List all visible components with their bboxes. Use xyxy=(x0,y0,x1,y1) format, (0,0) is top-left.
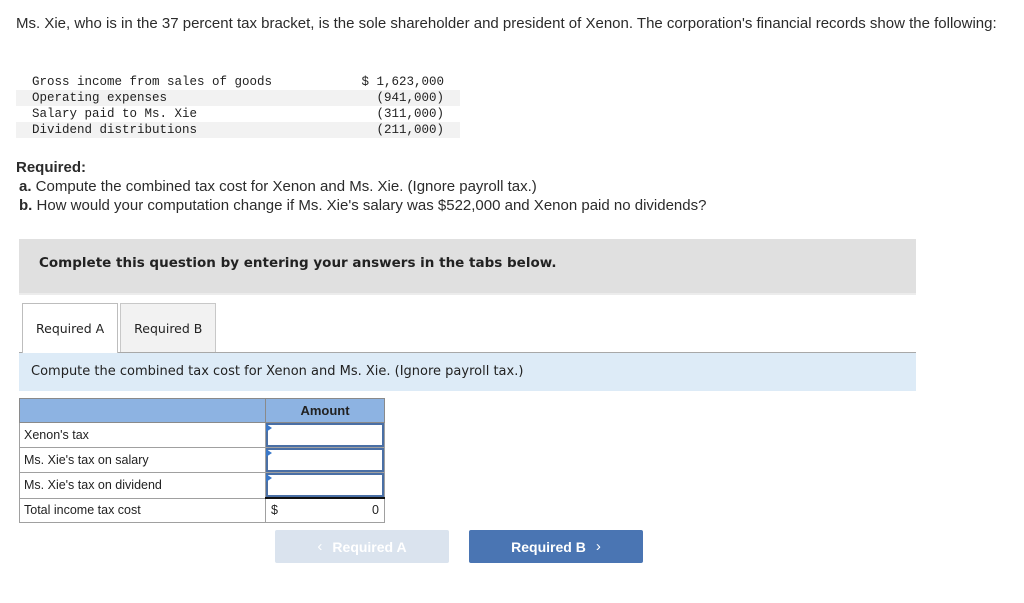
header-amount: Amount xyxy=(265,398,385,423)
table-row: Ms. Xie's tax on salary xyxy=(19,447,385,473)
row-label: Xenon's tax xyxy=(19,422,266,448)
record-row: Operating expenses (941,000) xyxy=(16,90,460,106)
prev-required-a-button[interactable]: ‹ Required A xyxy=(275,530,449,563)
required-item-b: b. How would your computation change if … xyxy=(16,196,1016,215)
item-text: Compute the combined tax cost for Xenon … xyxy=(31,178,537,195)
xenon-tax-input[interactable] xyxy=(266,423,384,447)
required-item-a: a. Compute the combined tax cost for Xen… xyxy=(16,177,1016,196)
chevron-right-icon: › xyxy=(595,538,601,555)
item-letter: a. xyxy=(19,178,32,195)
record-label: Gross income from sales of goods xyxy=(32,75,273,89)
record-value: (211,000) xyxy=(376,123,444,137)
tab-required-a[interactable]: Required A xyxy=(22,303,119,353)
required-section: Required: a. Compute the combined tax co… xyxy=(16,158,1016,215)
record-row: Dividend distributions (211,000) xyxy=(16,122,460,138)
table-row: Xenon's tax xyxy=(19,422,385,448)
record-label: Operating expenses xyxy=(32,91,168,105)
problem-intro: Ms. Xie, who is in the 37 percent tax br… xyxy=(16,15,997,32)
total-label: Total income tax cost xyxy=(19,497,266,523)
next-required-b-button[interactable]: Required B › xyxy=(469,530,643,563)
tab-required-b[interactable]: Required B xyxy=(120,303,217,352)
salary-tax-input[interactable] xyxy=(266,448,384,472)
tab-instruction: Compute the combined tax cost for Xenon … xyxy=(19,353,916,391)
dividend-tax-input[interactable] xyxy=(266,473,384,497)
record-value: $ 1,623,000 xyxy=(361,75,444,89)
amount-cell xyxy=(265,422,385,448)
record-value: (311,000) xyxy=(376,107,444,121)
answer-table: Amount Xenon's tax Ms. Xie's tax on sala… xyxy=(19,398,385,523)
financial-records: Gross income from sales of goods $ 1,623… xyxy=(16,74,460,138)
currency-symbol: $ xyxy=(271,503,278,518)
record-value: (941,000) xyxy=(376,91,444,105)
record-label: Salary paid to Ms. Xie xyxy=(32,107,198,121)
row-label: Ms. Xie's tax on salary xyxy=(19,447,266,473)
record-row: Gross income from sales of goods $ 1,623… xyxy=(16,74,460,90)
header-label xyxy=(19,398,266,423)
total-row: Total income tax cost $ 0 xyxy=(19,497,385,523)
prev-button-label: Required A xyxy=(332,538,407,555)
row-label: Ms. Xie's tax on dividend xyxy=(19,472,266,499)
item-text: How would your computation change if Ms.… xyxy=(32,197,707,214)
table-header-row: Amount xyxy=(19,398,385,423)
input-marker-icon xyxy=(266,424,272,432)
amount-cell xyxy=(265,472,385,499)
amount-cell xyxy=(265,447,385,473)
input-marker-icon xyxy=(266,474,272,482)
total-value: 0 xyxy=(372,503,379,518)
item-letter: b. xyxy=(19,197,33,214)
instructions-banner: Complete this question by entering your … xyxy=(19,239,916,295)
total-cell: $ 0 xyxy=(265,497,385,523)
next-button-label: Required B xyxy=(511,538,586,555)
record-label: Dividend distributions xyxy=(32,123,198,137)
input-marker-icon xyxy=(266,449,272,457)
required-heading: Required: xyxy=(16,159,87,176)
tab-bar: Required A Required B xyxy=(22,303,217,353)
table-row: Ms. Xie's tax on dividend xyxy=(19,472,385,499)
chevron-left-icon: ‹ xyxy=(317,538,323,555)
record-row: Salary paid to Ms. Xie (311,000) xyxy=(16,106,460,122)
